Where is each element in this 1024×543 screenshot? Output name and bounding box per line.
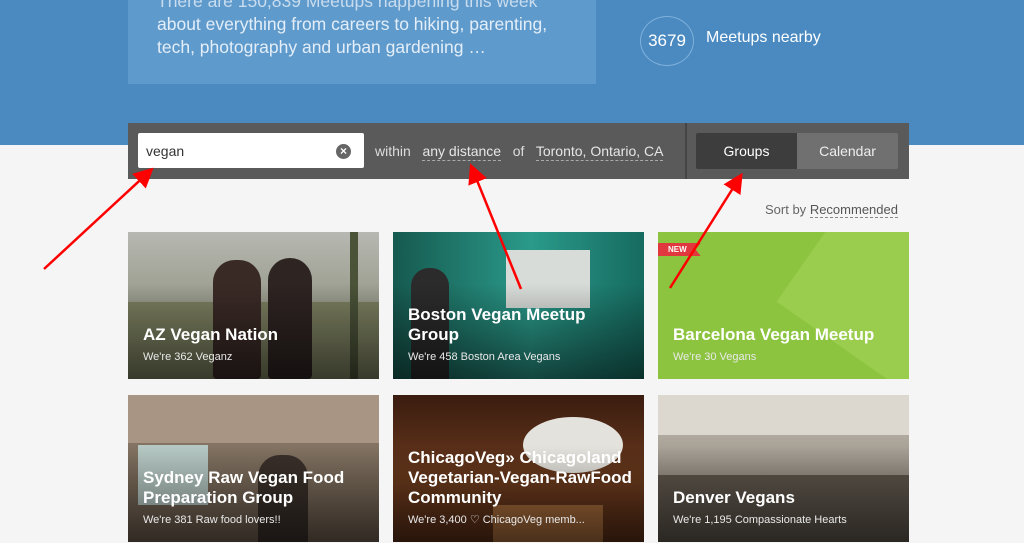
card-title: Barcelona Vegan Meetup xyxy=(673,325,875,344)
within-label: within xyxy=(375,143,411,159)
search-filter-row: within any distance of Toronto, Ontario,… xyxy=(375,143,664,161)
meetup-count-circle: 3679 xyxy=(640,16,694,66)
hero-line: about everything from careers to hiking,… xyxy=(157,14,548,34)
tab-calendar[interactable]: Calendar xyxy=(797,133,898,169)
card-subtitle: We're 458 Boston Area Vegans xyxy=(408,351,561,363)
meetup-count-label: Meetups nearby xyxy=(706,29,821,46)
group-card[interactable]: AZ Vegan Nation We're 362 Veganz xyxy=(128,232,379,379)
card-title: AZ Vegan Nation xyxy=(143,325,279,344)
clear-search-icon[interactable]: × xyxy=(336,144,351,159)
search-bar: × within any distance of Toronto, Ontari… xyxy=(128,123,909,179)
of-label: of xyxy=(512,143,525,159)
group-card[interactable]: NEW Barcelona Vegan Meetup We're 30 Vega… xyxy=(658,232,909,379)
card-subtitle: We're 3,400 ♡ ChicagoVeg memb... xyxy=(408,514,585,526)
hero-line: There are 150,839 Meetups happening this… xyxy=(157,0,538,11)
card-title: Denver Vegans xyxy=(673,488,795,507)
card-subtitle: We're 362 Veganz xyxy=(143,351,233,363)
group-card[interactable]: Denver Vegans We're 1,195 Compassionate … xyxy=(658,395,909,542)
divider xyxy=(685,123,687,179)
new-badge: NEW xyxy=(658,243,701,256)
meetup-count: 3679 xyxy=(648,31,686,50)
sort-control: Sort by Recommended xyxy=(765,202,898,218)
card-title: ChicagoVeg» Chicagoland Vegetarian-Vegan… xyxy=(408,448,632,507)
card-title: Boston Vegan Meetup Group xyxy=(408,305,586,344)
card-title: Sydney Raw Vegan Food Preparation Group xyxy=(143,468,345,507)
tab-groups[interactable]: Groups xyxy=(696,133,797,169)
card-subtitle: We're 30 Vegans xyxy=(673,351,757,363)
sort-selector[interactable]: Recommended xyxy=(809,202,898,218)
hero-line: tech, photography and urban gardening … xyxy=(157,37,486,57)
pattern-shape xyxy=(776,232,909,379)
hero-text: There are 150,839 Meetups happening this… xyxy=(157,0,577,59)
card-subtitle: We're 1,195 Compassionate Hearts xyxy=(673,514,847,526)
search-input[interactable] xyxy=(146,133,331,168)
distance-selector[interactable]: any distance xyxy=(422,143,502,161)
sort-label: Sort by xyxy=(765,202,807,217)
search-box[interactable]: × xyxy=(138,133,364,168)
group-card[interactable]: ChicagoVeg» Chicagoland Vegetarian-Vegan… xyxy=(393,395,644,542)
view-toggle: Groups Calendar xyxy=(696,133,898,169)
card-subtitle: We're 381 Raw food lovers!! xyxy=(143,514,281,526)
location-selector[interactable]: Toronto, Ontario, CA xyxy=(535,143,664,161)
group-card[interactable]: Sydney Raw Vegan Food Preparation Group … xyxy=(128,395,379,542)
group-card[interactable]: Boston Vegan Meetup Group We're 458 Bost… xyxy=(393,232,644,379)
